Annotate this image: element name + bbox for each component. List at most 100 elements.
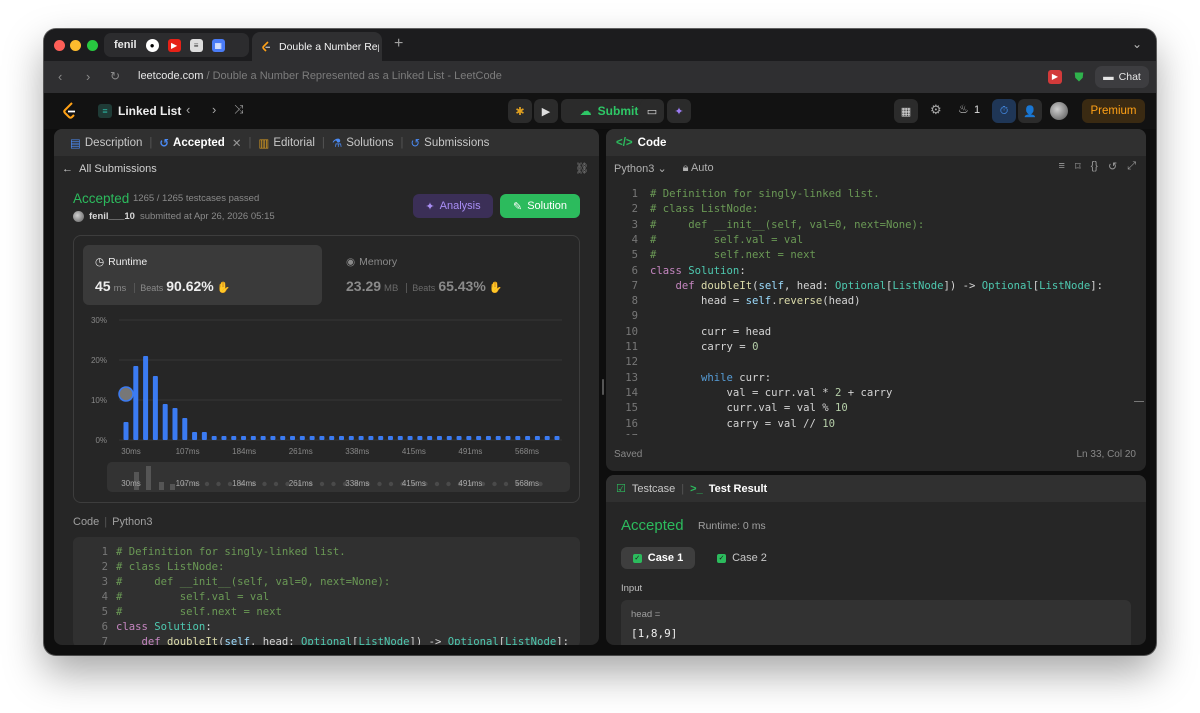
memory-card[interactable]: ◉ Memory 23.29 MB Beats 65.43% ✋ (334, 245, 564, 305)
chart-bar (231, 436, 237, 440)
tab-description-label: Description (84, 136, 143, 149)
prev-problem-icon[interactable]: ‹ (186, 102, 190, 117)
tab-description[interactable]: ▤ Description (64, 136, 148, 150)
avatar[interactable] (1050, 102, 1068, 120)
chart-bar (309, 436, 315, 440)
case-1-button[interactable]: ✓ Case 1 (621, 547, 695, 569)
calendar-icon[interactable]: ▦ (211, 38, 225, 52)
terminal-icon: >_ (690, 482, 703, 495)
memory-label-row: ◉ Memory (346, 256, 397, 268)
tab-group[interactable]: fenil ● ▶ ≡ ▦ (104, 33, 249, 57)
brush-tick-label: 261ms (289, 479, 313, 488)
tab-submissions[interactable]: ↺ Submissions (405, 136, 496, 150)
case-2-button[interactable]: ✓ Case 2 (710, 547, 774, 569)
chat-button[interactable]: ▬ Chat (1095, 66, 1149, 88)
notes-button[interactable]: ▭ (640, 99, 664, 123)
code-text: class Solution: (650, 264, 746, 277)
timer-button[interactable]: ⏱ (992, 99, 1016, 123)
x-tick-label: 568ms (515, 447, 539, 456)
mode-value: Auto (690, 161, 714, 174)
code-text: def doubleIt(self, head: Optional[ListNo… (675, 279, 1103, 292)
brush-tick-label: 30ms (121, 479, 141, 488)
youtube-icon[interactable]: ▶ (167, 38, 181, 52)
x-tick-label: 30ms (121, 447, 141, 456)
editor-code[interactable]: 1 # Definition for singly-linked list. 2 # … (606, 185, 1146, 435)
runtime-card[interactable]: ◷ Runtime 45 ms Beats 90.62% ✋ (83, 245, 322, 305)
maximize-window-button[interactable] (87, 40, 98, 51)
chevron-down-icon[interactable]: ⌄ (1132, 37, 1142, 51)
invite-button[interactable]: 👤 (1018, 99, 1042, 123)
submitted-code[interactable]: 1 # Definition for singly-linked list. 2 # … (73, 537, 580, 645)
leetcode-logo-icon[interactable] (62, 101, 78, 121)
clap-icon: ✋ (488, 282, 503, 294)
premium-label: Premium (1090, 105, 1137, 117)
gear-icon[interactable]: ⚙ (930, 102, 942, 118)
github-icon[interactable]: ● (145, 38, 159, 52)
debug-button[interactable]: ✱ (508, 99, 532, 123)
mode-toggle[interactable]: 🔒︎ Auto (683, 162, 714, 175)
brush-bar (170, 484, 175, 490)
shield-icon[interactable]: ⛊ (1072, 70, 1086, 84)
chevron-down-icon: ⌄ (657, 162, 667, 175)
layout-button[interactable]: ▦ (894, 99, 918, 123)
code-text: # self.val = val (116, 591, 270, 603)
run-button[interactable]: ▶ (534, 99, 558, 123)
problem-list-title[interactable]: Linked List (118, 104, 181, 118)
y-tick-label: 10% (91, 396, 107, 405)
tab-testcase[interactable]: Testcase (632, 483, 675, 495)
line-number: 4 (631, 233, 638, 246)
code-line: 12 (606, 355, 1146, 370)
code-line: 15 curr.val = val % 10 (606, 401, 1146, 416)
url-field[interactable]: leetcode.com / Double a Number Represent… (138, 70, 502, 82)
next-problem-icon[interactable]: › (212, 102, 216, 117)
chart-bar (192, 432, 198, 440)
tab-editorial[interactable]: ▥ Editorial (252, 136, 320, 150)
chart-bar (172, 408, 178, 440)
extension-icon[interactable]: ▶ (1048, 70, 1062, 84)
all-submissions-link[interactable]: ← All Submissions (62, 163, 157, 175)
line-number: 1 (631, 188, 638, 200)
notes-icon[interactable]: ≡ (189, 38, 203, 52)
tab-accepted[interactable]: ↺ Accepted ✕ (153, 136, 247, 150)
forward-icon[interactable]: › (86, 69, 90, 84)
expand-icon[interactable]: ⤢ (1127, 160, 1136, 173)
bookmark-icon[interactable]: ⌑ (1075, 160, 1081, 173)
language-select[interactable]: Python3 ⌄ (614, 162, 667, 175)
braces-icon[interactable]: {} (1091, 160, 1098, 173)
tab-active[interactable]: Double a Number Represe (252, 32, 382, 61)
minimize-window-button[interactable] (70, 40, 81, 51)
new-tab-icon[interactable]: + (394, 35, 403, 53)
chart-bar (358, 436, 364, 440)
analysis-button[interactable]: ✦ Analysis (413, 194, 493, 218)
reset-icon[interactable]: ↺ (1108, 160, 1117, 173)
premium-button[interactable]: Premium (1082, 99, 1145, 123)
line-number: 14 (625, 386, 638, 399)
panel-resize-handle[interactable] (602, 379, 604, 395)
close-window-button[interactable] (54, 40, 65, 51)
format-icon[interactable]: ≡ (1059, 160, 1065, 173)
code-text: # self.val = val (650, 233, 804, 246)
checkbox-icon: ☑ (616, 483, 626, 495)
back-icon[interactable]: ‹ (58, 69, 62, 84)
link-icon[interactable]: ⛓ (575, 162, 589, 175)
check-icon: ✓ (717, 553, 727, 563)
username[interactable]: fenil___10 (89, 211, 135, 222)
chart-bar (270, 436, 276, 440)
ai-button[interactable]: ✦ (667, 99, 691, 123)
runtime-distribution-chart[interactable]: 30% 20% 10% 0% 30ms 107ms 184ms 261ms 338ms 415ms… (74, 314, 579, 504)
close-icon[interactable]: ✕ (232, 136, 242, 150)
runtime-unit: ms (113, 283, 127, 294)
solution-button[interactable]: ✎ Solution (500, 194, 580, 218)
code-line: 14 val = curr.val * 2 + carry (606, 386, 1146, 401)
url-host: leetcode.com (138, 70, 204, 82)
chart-bar (387, 436, 393, 440)
line-number: 6 (101, 621, 108, 633)
runtime-beats-label: Beats (134, 283, 163, 293)
editor-tab-label[interactable]: Code (638, 137, 667, 149)
tab-test-result[interactable]: Test Result (709, 483, 767, 495)
reload-icon[interactable]: ↻ (110, 69, 120, 83)
streak-flame-icon[interactable]: ♨ (958, 102, 969, 116)
shuffle-icon[interactable]: ⤨ (234, 102, 244, 117)
chart-bar (299, 436, 305, 440)
tab-solutions[interactable]: ⚗ Solutions (326, 136, 400, 150)
